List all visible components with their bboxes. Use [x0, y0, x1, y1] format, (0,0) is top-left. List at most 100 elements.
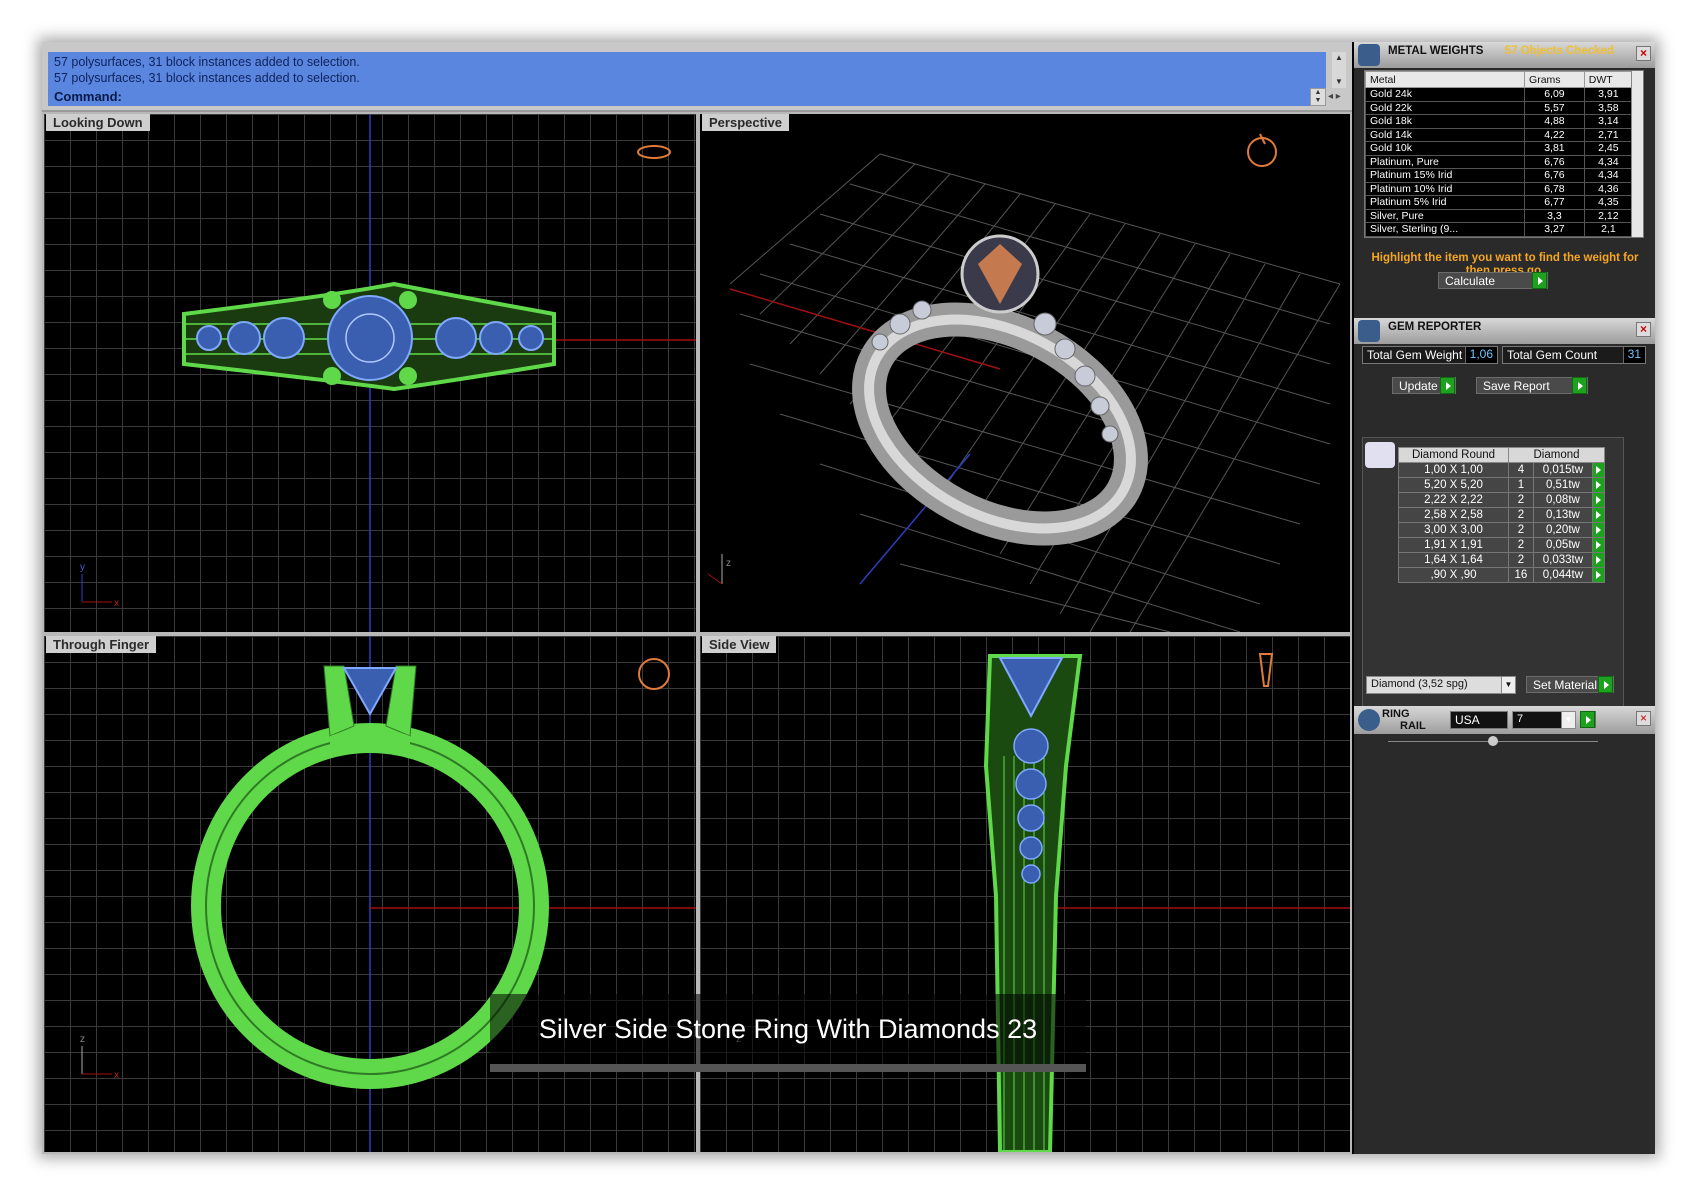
gem-row-go-button[interactable] — [1592, 492, 1605, 508]
gem-row-go-button[interactable] — [1592, 507, 1605, 523]
gem-cell: 0,08tw — [1532, 492, 1594, 508]
gem-row-go-button[interactable] — [1592, 522, 1605, 538]
metal-row[interactable]: Gold 24k 6,09 3,91 — [1365, 87, 1634, 102]
command-nav-arrows[interactable]: ◂ ▸ — [1328, 88, 1348, 106]
ring-side-wireframe — [983, 654, 1083, 1152]
viewport-looking-down[interactable]: Looking Down y x — [42, 112, 698, 634]
metal-weights-header: METAL WEIGHTS 57 Objects Checked × — [1354, 42, 1655, 68]
metal-cell: 4,35 — [1583, 195, 1634, 210]
metal-cell: Platinum 15% Irid — [1365, 168, 1526, 183]
gem-cell: 0,51tw — [1532, 477, 1594, 493]
chevron-down-icon[interactable]: ▼ — [1561, 712, 1575, 728]
viewport-label[interactable]: Perspective — [702, 114, 789, 131]
metal-weights-table[interactable]: Metal Grams DWT Gold 24k 6,09 3,91 Gold 22k… — [1364, 70, 1644, 238]
metal-row[interactable]: Gold 18k 4,88 3,14 — [1365, 114, 1634, 129]
gem-cell: 2 — [1508, 507, 1534, 523]
set-material-button[interactable]: Set Material — [1526, 676, 1614, 693]
column-header[interactable]: Grams — [1524, 71, 1585, 88]
ring-rail-title-line: RAIL — [1400, 720, 1426, 732]
gem-cell: 2 — [1508, 552, 1534, 568]
metal-cell: Platinum 10% Irid — [1365, 181, 1526, 196]
viewport-side-view[interactable]: Side View z — [698, 634, 1352, 1154]
metal-cell: 3,3 — [1524, 208, 1585, 223]
update-button[interactable]: Update — [1392, 377, 1456, 394]
column-header[interactable]: Diamond — [1508, 447, 1605, 463]
gem-cell: 1,91 X 1,91 — [1398, 537, 1509, 553]
go-arrow-icon — [1580, 711, 1595, 728]
gem-row[interactable]: 1,00 X 1,00 4 0,015tw — [1398, 462, 1605, 478]
total-gem-weight-field: Total Gem Weight 1,06 — [1362, 346, 1498, 364]
slider-handle[interactable] — [1488, 736, 1498, 746]
viewport-label[interactable]: Side View — [702, 636, 777, 653]
gem-row-go-button[interactable] — [1592, 477, 1605, 493]
gem-cell: 0,033tw — [1532, 552, 1594, 568]
command-history: 57 polysurfaces, 31 block instances adde… — [48, 52, 1326, 88]
gem-cell: 0,05tw — [1532, 537, 1594, 553]
metal-row[interactable]: Gold 10k 3,81 2,45 — [1365, 141, 1634, 156]
ring-rail-go-button[interactable] — [1580, 711, 1596, 728]
gem-row[interactable]: 2,22 X 2,22 2 0,08tw — [1398, 492, 1605, 508]
gem-row[interactable]: 1,91 X 1,91 2 0,05tw — [1398, 537, 1605, 553]
gem-cell: 2 — [1508, 522, 1534, 538]
objects-checked-label: 57 Objects Checked — [1504, 45, 1614, 57]
column-header[interactable]: DWT — [1583, 71, 1634, 88]
history-line: 57 polysurfaces, 31 block instances adde… — [54, 55, 360, 69]
metal-cell: 3,14 — [1583, 114, 1634, 129]
metal-cell: 5,57 — [1524, 100, 1585, 115]
axis-y-label: y — [80, 562, 85, 573]
viewport-perspective[interactable]: Perspective z — [698, 112, 1352, 634]
metal-table-scrollbar[interactable] — [1631, 71, 1643, 237]
command-spinner[interactable]: ▲ ▼ — [1310, 88, 1326, 106]
gem-row-go-button[interactable] — [1592, 567, 1605, 583]
ring-size-select[interactable]: 7 ▼ — [1512, 711, 1576, 729]
gem-row[interactable]: 3,00 X 3,00 2 0,20tw — [1398, 522, 1605, 538]
metal-cell: 6,77 — [1524, 195, 1585, 210]
ring-top-wireframe — [182, 281, 556, 392]
gem-cell: 16 — [1508, 567, 1534, 583]
metal-row[interactable]: Silver, Sterling (9... 3,27 2,1 — [1365, 222, 1634, 237]
viewport-label[interactable]: Through Finger — [46, 636, 157, 653]
save-report-button[interactable]: Save Report — [1476, 377, 1588, 394]
gem-row[interactable]: 2,58 X 2,58 2 0,13tw — [1398, 507, 1605, 523]
gem-row-go-button[interactable] — [1592, 462, 1605, 478]
gem-reporter-title: GEM REPORTER — [1388, 321, 1482, 333]
gem-row[interactable]: 1,64 X 1,64 2 0,033tw — [1398, 552, 1605, 568]
metal-row[interactable]: Gold 14k 4,22 2,71 — [1365, 127, 1634, 142]
metal-row[interactable]: Platinum, Pure 6,76 4,34 — [1365, 154, 1634, 169]
command-input[interactable]: Command: — [48, 88, 1310, 106]
column-header[interactable]: Metal — [1365, 71, 1526, 88]
viewport-label[interactable]: Looking Down — [46, 114, 150, 131]
gem-cell: 4 — [1508, 462, 1534, 478]
close-icon[interactable]: × — [1636, 711, 1651, 726]
viewport-through-finger[interactable]: Through Finger z x — [42, 634, 698, 1154]
chevron-down-icon[interactable]: ▼ — [1501, 677, 1515, 693]
gem-cell: 1,64 X 1,64 — [1398, 552, 1509, 568]
metal-cell: Platinum, Pure — [1365, 154, 1526, 169]
metal-cell: 4,34 — [1583, 154, 1634, 169]
gem-row-go-button[interactable] — [1592, 537, 1605, 553]
metal-cell: 6,09 — [1524, 87, 1585, 102]
gem-row[interactable]: 5,20 X 5,20 1 0,51tw — [1398, 477, 1605, 493]
material-select[interactable]: Diamond (3,52 spg) ▼ — [1366, 676, 1516, 694]
ring-rail-title-line: RING — [1382, 708, 1410, 720]
close-icon[interactable]: × — [1636, 322, 1651, 337]
gem-cell: 2,22 X 2,22 — [1398, 492, 1509, 508]
metal-row[interactable]: Gold 22k 5,57 3,58 — [1365, 100, 1634, 115]
gem-row-go-button[interactable] — [1592, 552, 1605, 568]
metal-row[interactable]: Platinum 5% Irid 6,77 4,35 — [1365, 195, 1634, 210]
metal-row[interactable]: Platinum 15% Irid 6,76 4,34 — [1365, 168, 1634, 183]
close-icon[interactable]: × — [1636, 46, 1651, 61]
gem-row[interactable]: ,90 X ,90 16 0,044tw — [1398, 567, 1605, 583]
metal-cell: Gold 24k — [1365, 87, 1526, 102]
history-scrollbar[interactable]: ▲ ▼ — [1332, 52, 1346, 88]
video-progress-bar[interactable] — [490, 1064, 1086, 1072]
country-field[interactable]: USA — [1450, 711, 1508, 729]
gem-report-table[interactable]: Diamond Round Diamond 1,00 X 1,00 4 0,015t… — [1398, 447, 1605, 583]
metal-row[interactable]: Platinum 10% Irid 6,78 4,36 — [1365, 181, 1634, 196]
calculate-button[interactable]: Calculate — [1438, 272, 1548, 289]
diamond-icon[interactable] — [1365, 442, 1395, 468]
metal-cell: 4,36 — [1583, 181, 1634, 196]
column-header[interactable]: Diamond Round — [1398, 447, 1509, 463]
metal-row[interactable]: Silver, Pure 3,3 2,12 — [1365, 208, 1634, 223]
metal-cell: 2,1 — [1583, 222, 1634, 237]
